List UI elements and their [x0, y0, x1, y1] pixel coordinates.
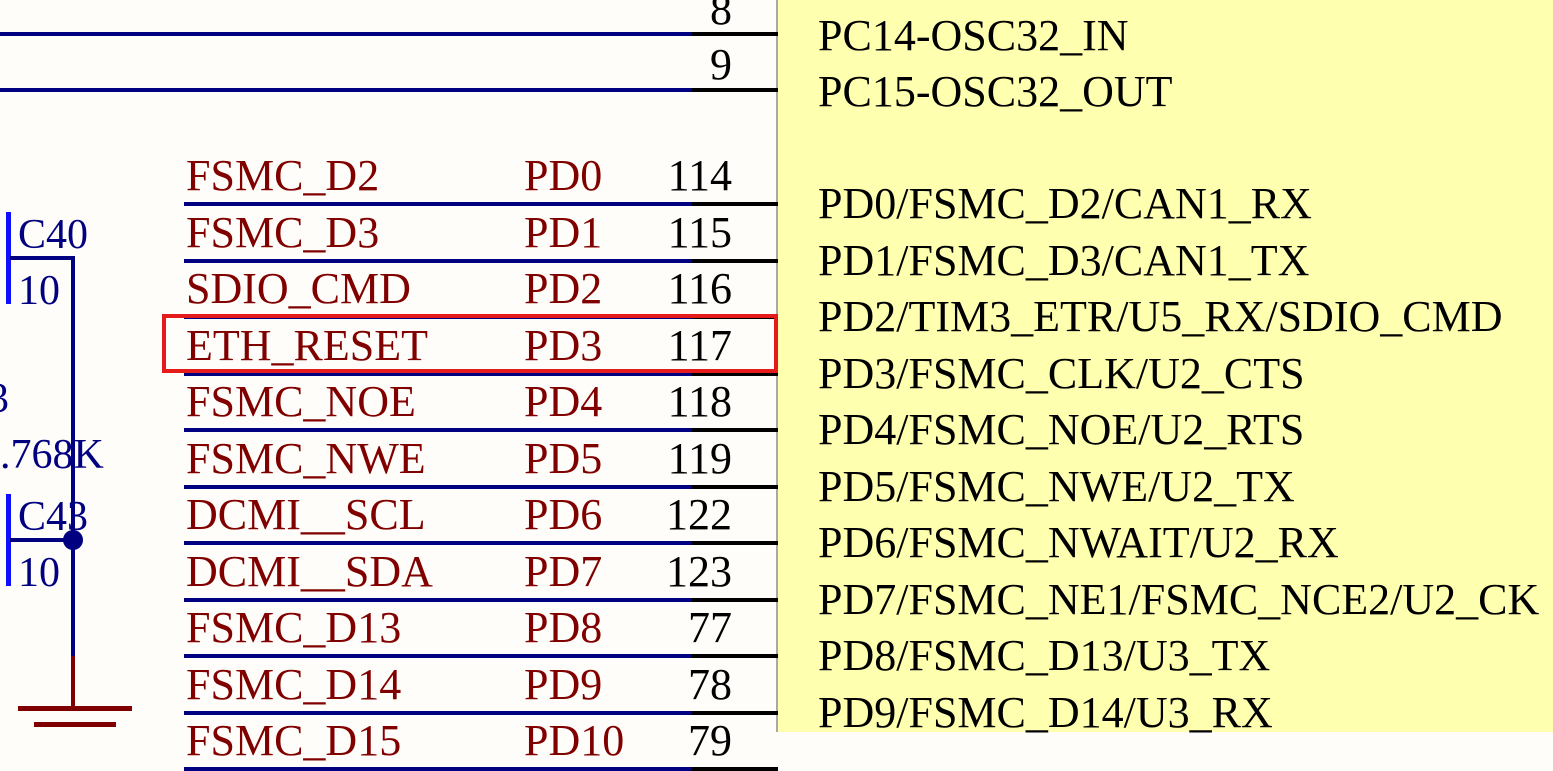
net-label-pd4: FSMC_NOE [186, 377, 416, 426]
c40-value: 10 [18, 268, 60, 314]
pin-number-8: 8 [710, 0, 732, 34]
pin-number-pd8: 77 [688, 603, 732, 652]
net-label-pd9: FSMC_D14 [186, 660, 402, 709]
net-label-pd0: FSMC_D2 [186, 151, 380, 200]
pin-number-pd0: 114 [667, 151, 732, 200]
port-label-pd2: PD2 [524, 264, 603, 313]
net-label-pd8: FSMC_D13 [186, 603, 402, 652]
port-label-pd10: PD10 [524, 716, 625, 765]
port-label-pd7: PD7 [524, 547, 603, 596]
pin-number-9: 9 [710, 40, 732, 89]
pin-function-pc15: PC15-OSC32_OUT [818, 67, 1173, 116]
net-wire-pd4 [184, 428, 692, 432]
net-wire-pd9 [184, 711, 692, 715]
ground-symbol-bar-1 [18, 706, 132, 711]
pin-function-pd7: PD7/FSMC_NE1/FSMC_NCE2/U2_CK [818, 575, 1540, 624]
c43-value: 10 [18, 550, 60, 596]
port-label-pd8: PD8 [524, 603, 603, 652]
net-label-pd10: FSMC_D15 [186, 716, 402, 765]
pin-number-pd9: 78 [688, 660, 732, 709]
pin-stub-pd4 [692, 428, 778, 432]
pin-function-pd5: PD5/FSMC_NWE/U2_TX [818, 462, 1295, 511]
net-wire-pd10 [184, 767, 692, 771]
pin-function-pd9: PD9/FSMC_D14/U3_RX [818, 688, 1273, 737]
port-label-pd9: PD9 [524, 660, 603, 709]
pin-function-pd8: PD8/FSMC_D13/U3_TX [818, 631, 1271, 680]
crystal-ref-fragment: 3 [0, 378, 9, 420]
net-wire-pd0 [184, 202, 692, 206]
pin-stub-8 [692, 32, 778, 36]
schematic-canvas: 8 9 PC14-OSC32_IN PC15-OSC32_OUT C40 10 … [0, 0, 1553, 771]
pin-number-pd5: 119 [667, 434, 732, 483]
net-label-pd6: DCMI__SCL [186, 490, 426, 539]
wire-pin9 [0, 88, 692, 92]
ground-net-wire [71, 256, 75, 658]
pin-function-pc14: PC14-OSC32_IN [818, 11, 1129, 60]
pin-stub-pd1 [692, 259, 778, 263]
pin-stub-pd6 [692, 541, 778, 545]
port-label-pd5: PD5 [524, 434, 603, 483]
eth-reset-highlight [162, 314, 778, 373]
pin-number-pd2: 116 [667, 264, 732, 313]
pin-number-pd6: 122 [666, 490, 732, 539]
pin-stub-pd5 [692, 485, 778, 489]
pin-stub-pd0 [692, 202, 778, 206]
net-wire-pd8 [184, 654, 692, 658]
pin-stub-pd8 [692, 654, 778, 658]
ground-stub [71, 656, 75, 708]
net-label-pd5: FSMC_NWE [186, 434, 426, 483]
net-label-pd7: DCMI__SDA [186, 547, 433, 596]
crystal-value: .768K [0, 432, 104, 478]
pin-function-pd1: PD1/FSMC_D3/CAN1_TX [818, 236, 1310, 285]
pin-stub-pd10 [692, 767, 778, 771]
net-wire-pd6 [184, 541, 692, 545]
port-label-pd0: PD0 [524, 151, 603, 200]
net-wire-pd7 [184, 598, 692, 602]
c40-reference: C40 [18, 212, 89, 258]
pin-function-pd4: PD4/FSMC_NOE/U2_RTS [818, 405, 1305, 454]
net-label-pd2: SDIO_CMD [186, 264, 411, 313]
pin-function-pd6: PD6/FSMC_NWAIT/U2_RX [818, 518, 1339, 567]
pin-number-pd10: 79 [688, 716, 732, 765]
pin-function-pd3: PD3/FSMC_CLK/U2_CTS [818, 349, 1305, 398]
net-wire-pd5 [184, 485, 692, 489]
net-label-pd1: FSMC_D3 [186, 208, 380, 257]
pin-number-pd1: 115 [667, 208, 732, 257]
port-label-pd1: PD1 [524, 208, 603, 257]
ground-symbol-bar-2 [34, 722, 116, 727]
port-label-pd4: PD4 [524, 377, 603, 426]
pin-function-pd0: PD0/FSMC_D2/CAN1_RX [818, 179, 1312, 228]
pin-number-pd7: 123 [666, 547, 732, 596]
port-label-pd6: PD6 [524, 490, 603, 539]
pin-stub-9 [692, 88, 778, 92]
pin-number-pd4: 118 [667, 377, 732, 426]
pin-stub-pd9 [692, 711, 778, 715]
pin-function-pd2: PD2/TIM3_ETR/U5_RX/SDIO_CMD [818, 292, 1503, 341]
wire-pin8 [0, 32, 692, 36]
net-wire-pd1 [184, 259, 692, 263]
pin-stub-pd7 [692, 598, 778, 602]
wire-junction [63, 530, 83, 550]
